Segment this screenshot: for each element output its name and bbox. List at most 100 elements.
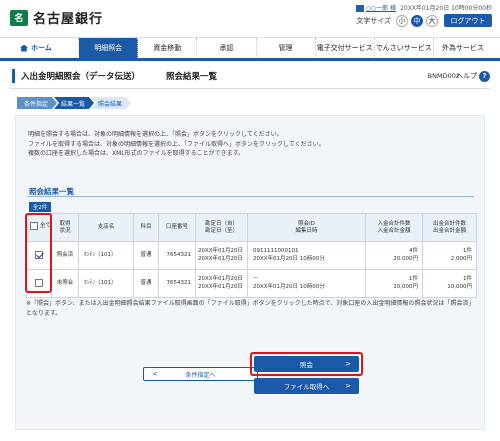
instructions: 明細を照会する場合は、対象の明細情報を選択の上、「照会」ボタンをクリックしてくだ… <box>28 130 325 159</box>
account-no-cell: 7654321 <box>158 269 196 298</box>
step-inquiry-result: 照会結果 <box>91 97 131 109</box>
select-all-checkbox[interactable]: 全て <box>30 222 51 230</box>
checkbox[interactable] <box>30 222 38 230</box>
nav-electronic-delivery[interactable]: 電子交付サービス <box>316 38 375 58</box>
header-text: 勘定日（至） <box>204 227 238 234</box>
branch-cell: ﾎﾝﾃﾝ（101） <box>78 241 134 270</box>
header-text: 取得 <box>59 220 71 227</box>
title-divider <box>10 88 490 89</box>
withdraw-header: 出金合計件数 出金合計金額 <box>422 213 477 242</box>
chevron-right-icon: > <box>345 360 351 368</box>
nav-management[interactable]: 管理 <box>257 38 316 58</box>
status-cell: 照会済 <box>51 241 79 270</box>
nav-forex[interactable]: 外為サービス <box>434 38 492 58</box>
status-header: 取得 状況 <box>51 213 79 242</box>
withdraw-amount: 2,000円 <box>450 255 472 262</box>
select-all-header: 全て <box>26 213 52 242</box>
deposit-count: 1件 <box>409 276 418 282</box>
row-checkbox[interactable] <box>35 279 43 287</box>
deposit-cell: 4件 20,000円 <box>365 241 423 270</box>
table-row[interactable]: 照会済 ﾎﾝﾃﾝ（101） 普通 7654321 20XX年01月20日 20X… <box>26 241 477 270</box>
edited-at: 20XX年01月20日 10時00分 <box>253 283 325 290</box>
help-icon: ? <box>479 70 490 82</box>
row-select-cell[interactable] <box>26 241 52 270</box>
branch-cell: ﾎﾝﾃﾝ（101） <box>78 269 134 298</box>
deposit-header: 入金合計件数 入金合計金額 <box>365 213 423 242</box>
home-icon <box>20 44 28 52</box>
user-name[interactable]: ○○一郎 様 <box>366 5 396 12</box>
withdraw-cell: 1件 10,000円 <box>422 269 477 298</box>
note-text: ※「照会」ボタン、または入出金明細照会結果ファイル取得画面の「ファイル取得」ボタ… <box>26 300 475 317</box>
branch-header: 支店名 <box>78 213 134 242</box>
inquire-button[interactable]: 照会 > <box>254 356 359 372</box>
bank-name: 名古屋銀行 <box>33 12 104 27</box>
bank-logo[interactable]: 名 名古屋銀行 <box>10 8 103 27</box>
select-all-label: 全て <box>40 222 52 229</box>
step-indicator: 条件指定 結果一覧 照会結果 <box>17 97 128 109</box>
instruction-line: 明細を照会する場合は、対象の明細情報を選択の上、「照会」ボタンをクリックしてくだ… <box>28 131 283 138</box>
inquiry-cell: － 20XX年01月20日 10時00分 <box>247 269 366 298</box>
inquiry-id: － <box>253 276 259 282</box>
help-label: ヘルプ <box>456 72 477 80</box>
type-cell: 普通 <box>133 241 159 270</box>
inquire-button-label: 照会 <box>300 361 313 369</box>
header-text: 出金合計件数 <box>432 220 466 227</box>
inquiry-cell: 0911111000101 20XX年01月20日 10時00分 <box>247 241 366 270</box>
row-select-cell[interactable] <box>26 269 52 298</box>
nav-densai[interactable]: でんさいサービス <box>375 38 434 58</box>
nav-fund-transfer[interactable]: 資金移動 <box>138 38 198 58</box>
deposit-cell: 1件 10,000円 <box>365 269 423 298</box>
date-to: 20XX年01月20日 <box>197 283 243 290</box>
header-text: 勘定日（自） <box>204 220 238 227</box>
account-no-cell: 7654321 <box>158 241 196 270</box>
font-size-label: 文字サイズ <box>356 16 391 25</box>
withdraw-count: 1件 <box>463 248 472 254</box>
result-table: 全て 取得 状況 支店名 科目 口座番号 勘定日（自） 勘定日（至） 照会ID … <box>26 213 477 298</box>
content-panel: 明細を照会する場合は、対象の明細情報を選択の上、「照会」ボタンをクリックしてくだ… <box>15 115 485 430</box>
type-cell: 普通 <box>133 269 159 298</box>
deposit-amount: 20,000円 <box>393 255 418 262</box>
date-to: 20XX年01月20日 <box>197 255 243 262</box>
header-text: 入金合計金額 <box>377 227 411 234</box>
font-size-large-button[interactable]: 大 <box>426 14 438 27</box>
date-from: 20XX年01月20日 <box>197 276 243 282</box>
withdraw-count: 1件 <box>463 276 472 282</box>
instruction-line: ファイルを取得する場合は、対象の明細情報を選択の上、「ファイル取得へ」ボタンをク… <box>28 140 325 148</box>
nav-approval[interactable]: 承認 <box>197 38 257 58</box>
type-header: 科目 <box>133 213 159 242</box>
date-from: 20XX年01月20日 <box>197 248 243 254</box>
logout-button[interactable]: ログアウト <box>444 14 492 27</box>
nav-statement-inquiry[interactable]: 明細照会 <box>79 38 139 58</box>
user-info: ○○一郎 様 20XX年01月20日 10時00分00秒 <box>355 3 492 12</box>
edited-at: 20XX年01月20日 10時00分 <box>253 255 325 262</box>
header-text: 入金合計件数 <box>377 220 411 227</box>
header-text: 状況 <box>59 227 71 234</box>
chevron-left-icon: < <box>152 370 158 378</box>
font-size-small-button[interactable]: 小 <box>396 14 408 27</box>
file-button-label: ファイル取得へ <box>283 383 330 391</box>
title-marker <box>12 69 15 83</box>
back-to-conditions-button[interactable]: < 条件指定へ <box>143 367 258 381</box>
help-link[interactable]: ヘルプ ? <box>456 70 490 82</box>
withdraw-cell: 1件 2,000円 <box>422 241 477 270</box>
header: 名 名古屋銀行 ○○一郎 様 20XX年01月20日 10時00分00秒 文字サイ… <box>0 0 500 37</box>
page-title: 入出金明細照会（データ伝送） <box>21 72 141 82</box>
bank-logo-mark: 名 <box>10 9 28 26</box>
period-header: 勘定日（自） 勘定日（至） <box>195 213 248 242</box>
deposit-count: 4件 <box>409 248 418 254</box>
font-size-medium-button[interactable]: 中 <box>411 14 423 27</box>
table-row[interactable]: 未照会 ﾎﾝﾃﾝ（101） 普通 7654321 20XX年01月20日 20X… <box>26 269 477 298</box>
count-badge: 全2件 <box>29 202 51 212</box>
inquiry-id: 0911111000101 <box>253 248 299 254</box>
nav-home[interactable]: ホーム <box>8 38 80 58</box>
screen-name: 照会結果一覧 <box>166 72 218 82</box>
table-header-row: 全て 取得 状況 支店名 科目 口座番号 勘定日（自） 勘定日（至） 照会ID … <box>26 213 477 242</box>
step-condition: 条件指定 <box>17 97 57 109</box>
deposit-amount: 10,000円 <box>393 283 418 290</box>
account-no-header: 口座番号 <box>158 213 196 242</box>
header-text: 照会ID <box>298 220 315 227</box>
global-nav: ホーム 明細照会 資金移動 承認 管理 電子交付サービス でんさいサービス 外為… <box>0 37 500 61</box>
file-download-button[interactable]: ファイル取得へ > <box>254 378 359 394</box>
withdraw-amount: 10,000円 <box>447 283 472 290</box>
row-checkbox[interactable] <box>35 251 43 259</box>
